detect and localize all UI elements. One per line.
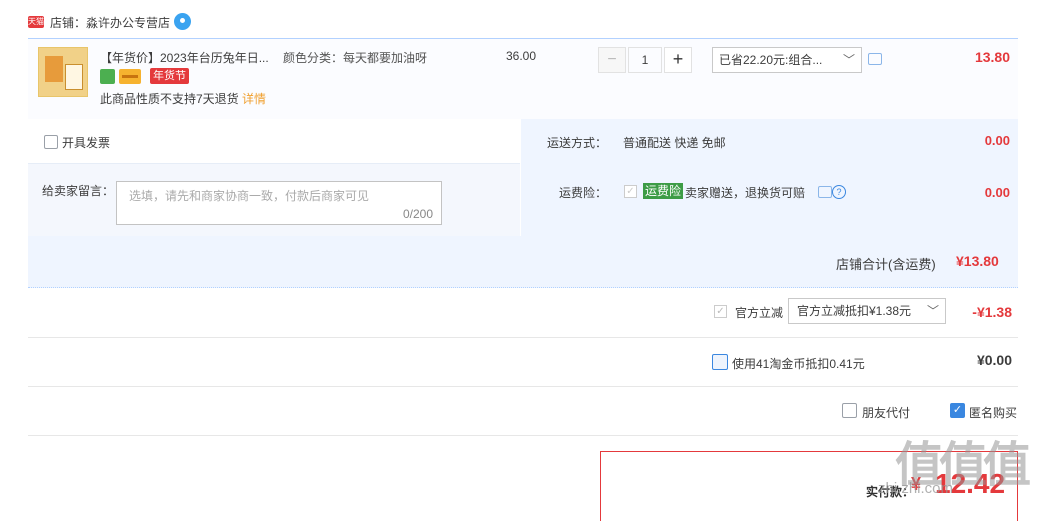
divider	[28, 435, 1018, 436]
quantity-increase-button[interactable]: +	[664, 47, 692, 73]
anonymous-purchase-label: 匿名购买	[969, 406, 1018, 420]
service-badge-icon	[100, 69, 115, 84]
quantity-decrease-button[interactable]: −	[598, 47, 626, 73]
invoice-checkbox[interactable]	[44, 135, 58, 149]
official-discount-select[interactable]: 官方立减抵扣¥1.38元 ﹀	[788, 298, 946, 324]
promotion-select-value: 已省22.20元:组合...	[719, 53, 823, 67]
help-icon[interactable]: ?	[832, 185, 846, 199]
item-total-price: 13.80	[974, 49, 1010, 65]
wangwang-chat-icon[interactable]	[174, 13, 191, 30]
seller-message-placeholder: 选填，请先和商家协商一致，付款后商家可见	[129, 189, 370, 203]
official-discount-select-value: 官方立减抵扣¥1.38元	[797, 304, 912, 318]
insurance-checkbox: ✓	[624, 185, 637, 198]
chevron-down-icon: ﹀	[926, 304, 939, 318]
official-discount-label: 官方立减	[735, 306, 784, 320]
order-options-panel: 开具发票 给卖家留言： 选填，请先和商家协商一致，付款后商家可见 0/200 运…	[28, 119, 1018, 288]
thumbnail-calendar-shape	[45, 56, 63, 82]
order-item-row: 【年货价】2023年台历兔年日... 颜色分类：每天都要加油呀 年货节 此商品性…	[28, 38, 1018, 120]
seller-message-textarea[interactable]: 选填，请先和商家协商一致，付款后商家可见 0/200	[116, 181, 442, 225]
product-title[interactable]: 【年货价】2023年台历兔年日...	[100, 49, 280, 66]
promotion-select[interactable]: 已省22.20元:组合... ﹀	[712, 47, 862, 73]
shipping-method: 普通配送 快递 免邮	[623, 136, 726, 150]
divider	[28, 386, 1018, 387]
official-discount-checkbox: ✓	[714, 305, 727, 318]
official-discount-amount: -¥1.38	[972, 304, 1012, 320]
anonymous-purchase-checkbox[interactable]: ✓	[950, 403, 965, 418]
seller-message-counter: 0/200	[402, 207, 433, 221]
shop-name[interactable]: 店铺：淼许办公专营店	[50, 14, 170, 31]
taojinbi-label: 使用41淘金币抵扣0.41元	[732, 357, 865, 371]
friend-pay-label: 朋友代付	[862, 406, 911, 420]
seller-message-section: 给卖家留言： 选填，请先和商家协商一致，付款后商家可见 0/200	[28, 164, 520, 236]
festival-tag: 年货节	[150, 68, 189, 84]
product-sku: 颜色分类：每天都要加油呀	[283, 51, 428, 65]
insurance-text: 卖家赠送，退换货可赔	[685, 186, 806, 200]
unit-price: 36.00	[506, 49, 537, 63]
insurance-tag: 运费险	[643, 183, 684, 199]
shipping-label: 运送方式：	[547, 136, 608, 150]
comment-icon[interactable]	[818, 186, 832, 198]
quantity-input[interactable]: 1	[628, 47, 662, 73]
comment-icon[interactable]	[868, 53, 882, 65]
thumbnail-calendar-shape	[65, 64, 83, 90]
taojinbi-checkbox[interactable]	[712, 354, 728, 370]
column-divider	[520, 119, 521, 236]
product-thumbnail[interactable]	[38, 47, 88, 97]
insurance-label: 运费险：	[559, 186, 608, 200]
shop-total-value: ¥13.80	[956, 253, 999, 269]
invoice-label: 开具发票	[62, 136, 111, 150]
no-return-notice: 此商品性质不支持7天退货	[100, 92, 239, 106]
return-detail-link[interactable]: 详情	[242, 90, 266, 107]
taojinbi-amount: ¥0.00	[976, 352, 1012, 368]
invoice-section: 开具发票	[28, 119, 520, 164]
shop-total-label: 店铺合计(含运费)	[836, 257, 936, 272]
friend-pay-checkbox[interactable]	[842, 403, 857, 418]
divider	[28, 337, 1018, 338]
insurance-price: 0.00	[984, 185, 1010, 200]
credit-card-icon	[119, 69, 141, 84]
shipping-price: 0.00	[984, 133, 1010, 148]
chevron-down-icon: ﹀	[842, 53, 855, 67]
tmall-badge: 天猫	[28, 16, 44, 28]
seller-message-label: 给卖家留言：	[42, 184, 115, 198]
watermark-url: zhi.zhi.com	[878, 480, 954, 497]
